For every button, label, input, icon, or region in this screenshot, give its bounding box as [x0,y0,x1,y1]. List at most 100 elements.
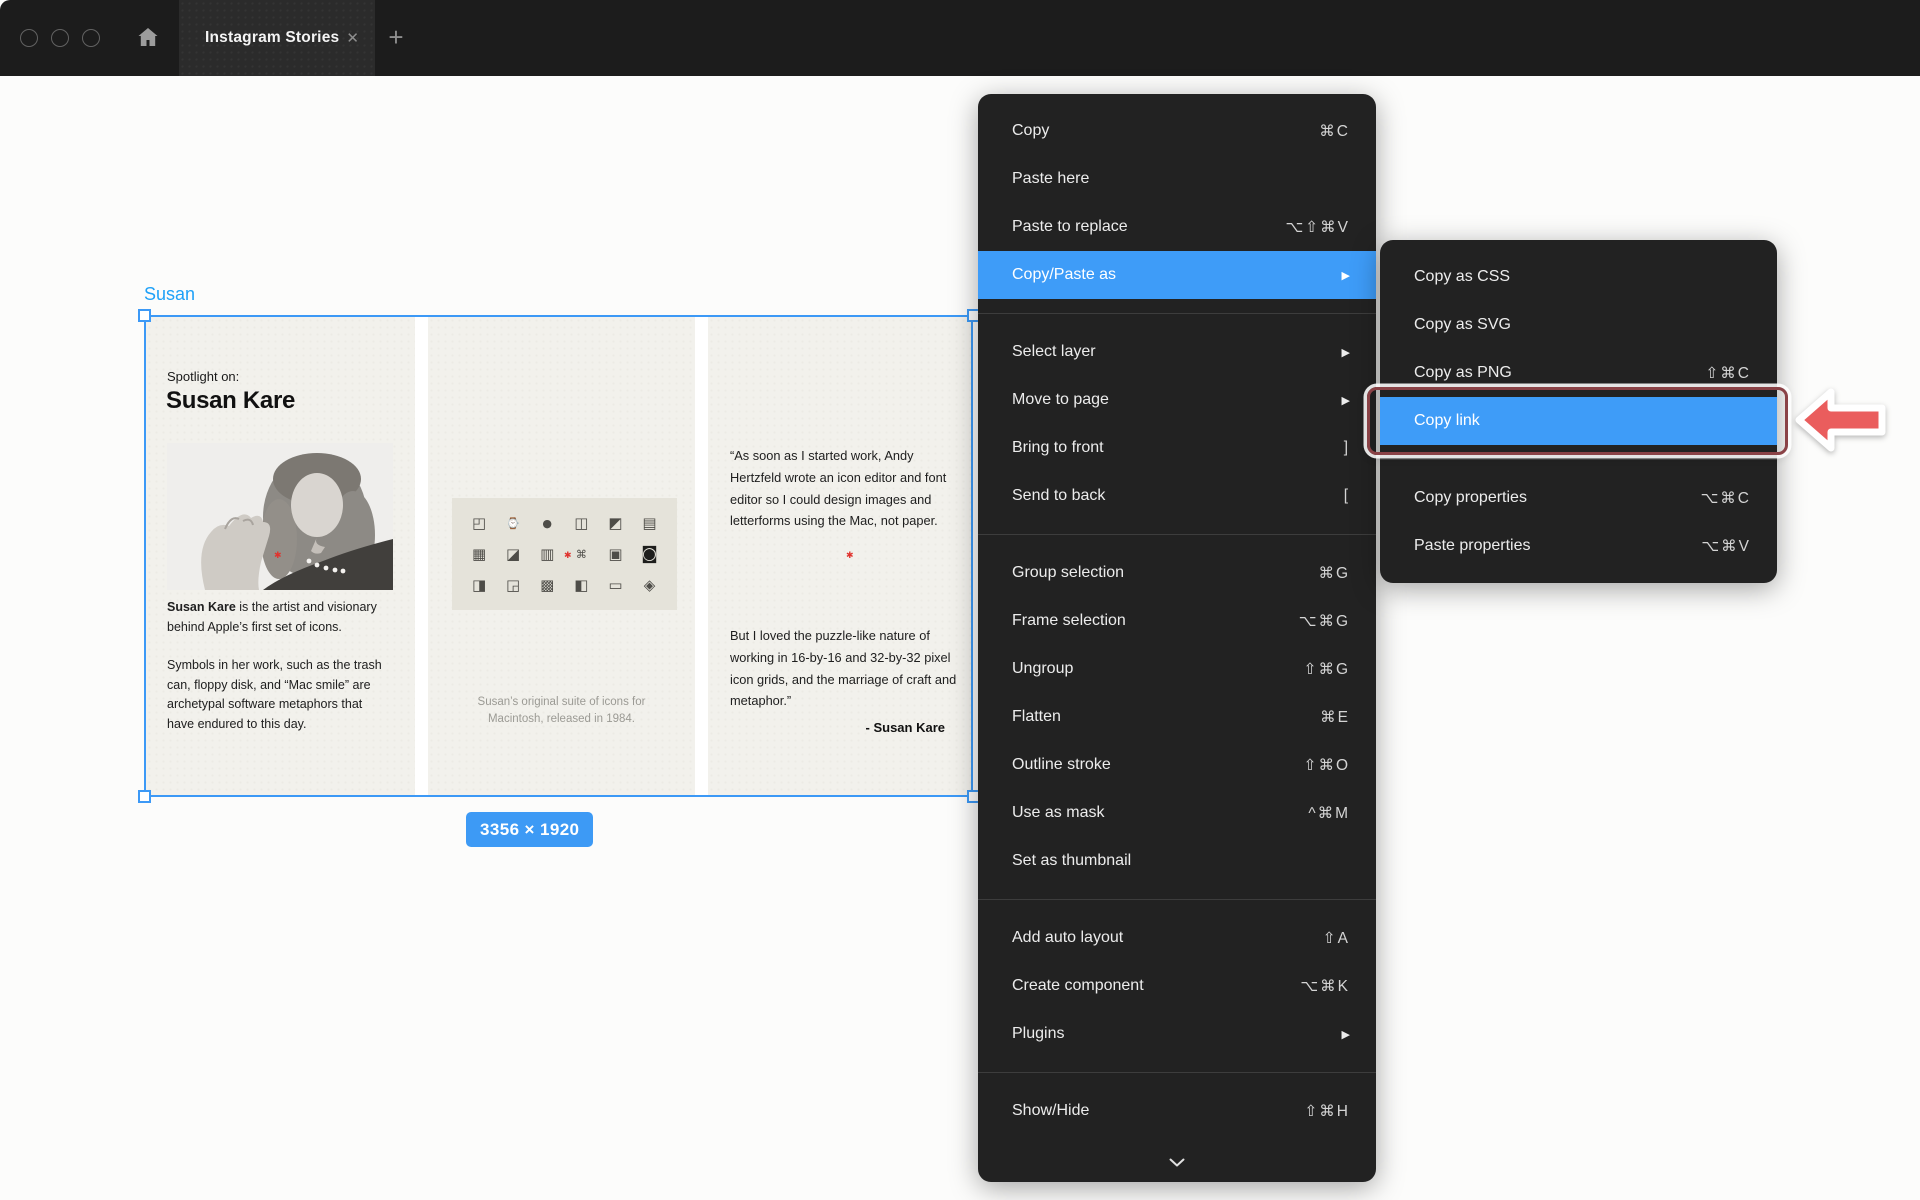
submenu-item-copy-as-png[interactable]: Copy as PNG⇧⌘C [1380,349,1777,397]
bio-paragraph-2: Symbols in her work, such as the trash c… [167,656,399,734]
menu-item-flatten[interactable]: Flatten⌘E [978,693,1376,741]
menu-item-label: Send to back [1012,487,1344,505]
submenu-item-paste-properties[interactable]: Paste properties⌥⌘V [1380,522,1777,570]
icons-caption: Susan’s original suite of icons for Maci… [428,694,695,728]
menu-item-label: Copy/Paste as [1012,266,1342,284]
disk-arrow-icon: ◩ [598,510,632,536]
window-stack-icon: ▩ [530,572,564,598]
disk-eject-icon: ◪ [496,541,530,567]
story-card-icons[interactable]: ◰⌚●◫◩▤▦◪▥⌘▣◙◨◲▩◧▭◈ Susan’s original suit… [428,317,695,795]
submenu-item-copy-as-css[interactable]: Copy as CSS [1380,253,1777,301]
context-menu: Copy⌘CPaste herePaste to replace⌥⇧⌘VCopy… [978,94,1376,1182]
menu-item-ungroup[interactable]: Ungroup⇧⌘G [978,645,1376,693]
bomb-icon: ● [530,510,564,536]
menu-item-label: Bring to front [1012,439,1344,457]
menu-item-send-to-back[interactable]: Send to back[ [978,472,1376,520]
menu-item-label: Frame selection [1012,612,1299,630]
window-minimize-button[interactable] [51,29,69,47]
layer-stack-icon: ◈ [632,572,666,598]
menu-item-label: Use as mask [1012,804,1308,822]
menu-item-add-auto-layout[interactable]: Add auto layout⇧A [978,914,1376,962]
submenu-item-copy-link[interactable]: Copy link [1380,397,1777,445]
menu-item-create-component[interactable]: Create component⌥⌘K [978,962,1376,1010]
menu-item-shortcut: ⇧⌘O [1303,756,1350,775]
menu-item-label: Paste properties [1414,537,1701,555]
menu-item-label: Paste here [1012,170,1350,188]
copy-paste-as-submenu: Copy as CSSCopy as SVGCopy as PNG⇧⌘CCopy… [1380,240,1777,583]
classic-mac-icon: ◰ [462,510,496,536]
menu-item-group-selection[interactable]: Group selection⌘G [978,549,1376,597]
menu-item-copy[interactable]: Copy⌘C [978,107,1376,155]
tab-instagram-stories[interactable]: Instagram Stories ✕ [179,0,375,76]
menu-item-select-layer[interactable]: Select layer▶ [978,328,1376,376]
menu-item-label: Add auto layout [1012,929,1323,947]
story-card-quote[interactable]: “As soon as I started work, Andy Hertzfe… [708,317,971,795]
menu-item-label: Show/Hide [1012,1102,1304,1120]
quote-paragraph-2: But I loved the puzzle-like nature of wo… [730,625,960,712]
disk-copy-2-icon: ◧ [564,572,598,598]
bio-paragraph-1: Susan Kare is the artist and visionary b… [167,598,399,637]
mac-screen-icon: ▣ [598,541,632,567]
submenu-item-copy-properties[interactable]: Copy properties⌥⌘C [1380,474,1777,522]
menu-scroll-more[interactable] [978,1154,1376,1172]
trash-can-icon: ▥ [530,541,564,567]
menu-item-bring-to-front[interactable]: Bring to front] [978,424,1376,472]
menu-item-label: Set as thumbnail [1012,852,1350,870]
menu-separator [978,1072,1376,1073]
floppy-disk-icon: ▤ [632,510,666,536]
document-folded-icon: ◲ [496,572,530,598]
menu-item-use-as-mask[interactable]: Use as mask^⌘M [978,789,1376,837]
window-close-button[interactable] [20,29,38,47]
menu-item-move-to-page[interactable]: Move to page▶ [978,376,1376,424]
disk-copy-icon: ◨ [462,572,496,598]
menu-item-shortcut: [ [1344,487,1350,505]
menu-item-label: Move to page [1012,391,1342,409]
selection-handle-top-left[interactable] [138,309,151,322]
menu-item-set-as-thumbnail[interactable]: Set as thumbnail [978,837,1376,885]
submenu-arrow-icon: ▶ [1342,394,1350,407]
watch-icon: ⌚ [496,510,530,536]
red-mark: ✱ [564,551,572,561]
submenu-item-copy-as-svg[interactable]: Copy as SVG [1380,301,1777,349]
menu-item-shortcut: ⌥⇧⌘V [1285,218,1350,237]
tab-bar: Instagram Stories ✕ + [0,0,1920,76]
menu-item-copy-paste-as[interactable]: Copy/Paste as▶ [978,251,1376,299]
menu-separator [978,534,1376,535]
menu-item-shortcut: ^⌘M [1308,804,1350,823]
submenu-arrow-icon: ▶ [1342,269,1350,282]
submenu-arrow-icon: ▶ [1342,1028,1350,1041]
susan-kare-photo [167,443,393,590]
home-button[interactable] [132,24,164,54]
selection-handle-bottom-left[interactable] [138,790,151,803]
left-arrow-icon [1792,383,1888,457]
menu-item-label: Group selection [1012,564,1318,582]
selection-size-badge: 3356 × 1920 [466,812,593,847]
menu-item-label: Create component [1012,977,1300,995]
menu-item-shortcut: ⌘E [1320,708,1350,727]
menu-item-plugins[interactable]: Plugins▶ [978,1010,1376,1058]
menu-separator [978,899,1376,900]
tab-close-icon[interactable]: ✕ [346,29,359,47]
menu-item-label: Paste to replace [1012,218,1285,236]
menu-item-label: Copy link [1414,412,1751,430]
menu-item-label: Flatten [1012,708,1320,726]
frame-name-label[interactable]: Susan [144,284,195,305]
menu-item-label: Copy as SVG [1414,316,1751,334]
menu-item-paste-here[interactable]: Paste here [978,155,1376,203]
menu-item-paste-to-replace[interactable]: Paste to replace⌥⇧⌘V [978,203,1376,251]
menu-item-label: Copy as PNG [1414,364,1705,382]
menu-item-outline-stroke[interactable]: Outline stroke⇧⌘O [978,741,1376,789]
menu-item-shortcut: ⌥⌘K [1300,977,1350,996]
menu-item-frame-selection[interactable]: Frame selection⌥⌘G [978,597,1376,645]
menu-item-shortcut: ⌘G [1318,564,1350,583]
menu-item-show-hide[interactable]: Show/Hide⇧⌘H [978,1087,1376,1135]
new-tab-button[interactable]: + [381,22,411,52]
menu-item-shortcut: ⇧⌘H [1304,1102,1350,1121]
red-mark: ✱ [846,551,854,561]
menu-item-label: Copy as CSS [1414,268,1751,286]
menu-item-shortcut: ⌥⌘V [1701,537,1751,556]
window-controls[interactable] [20,29,100,47]
window-zoom-button[interactable] [82,29,100,47]
menu-item-shortcut: ⇧A [1323,929,1350,948]
chevron-down-icon [1169,1154,1185,1172]
